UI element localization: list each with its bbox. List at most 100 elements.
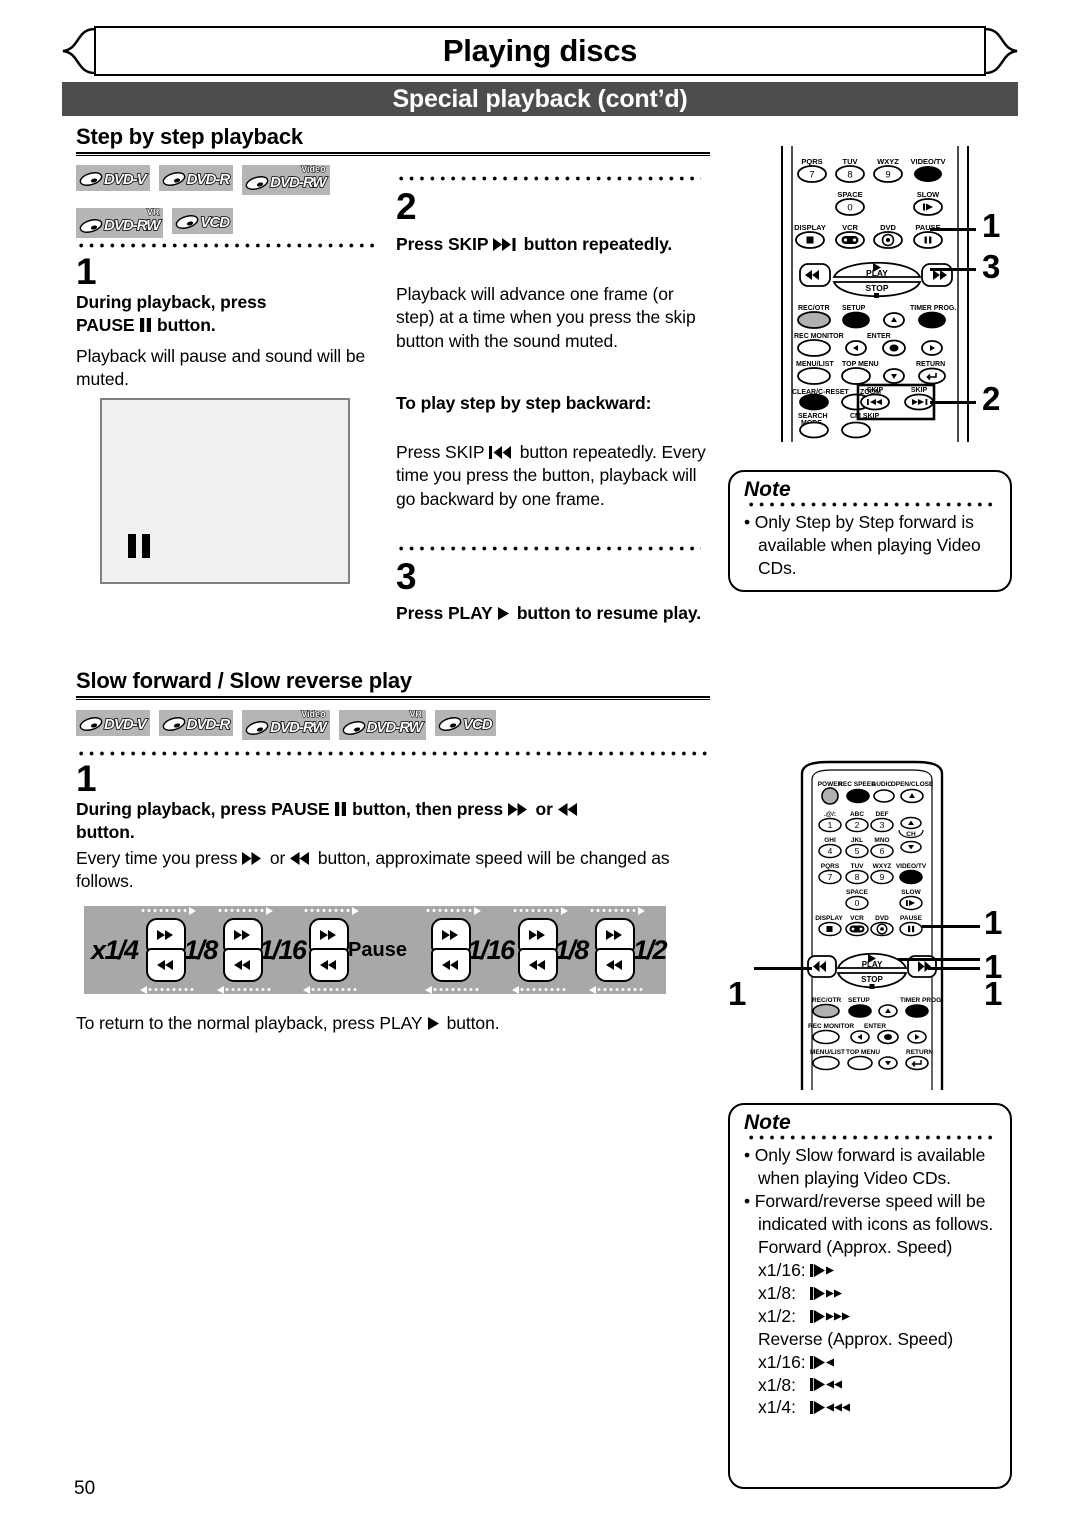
skip-forward-icon xyxy=(492,238,516,251)
svg-text:DVD: DVD xyxy=(875,915,889,922)
svg-text:9: 9 xyxy=(885,170,890,181)
disc-badge-label: DVD-V xyxy=(103,715,147,734)
svg-text:DEF: DEF xyxy=(876,811,889,818)
forward-button-icon xyxy=(145,918,186,952)
svg-text:DISPLAY: DISPLAY xyxy=(794,223,826,232)
svg-text:7: 7 xyxy=(828,872,833,882)
forward-flow-arrow xyxy=(511,906,568,915)
page-number: 50 xyxy=(74,1478,96,1499)
fast-forward-icon xyxy=(605,930,622,940)
section2-heading: Slow forward / Slow reverse play xyxy=(76,668,412,693)
step1-body: Playback will pause and sound will be mu… xyxy=(76,346,366,390)
disc-badge-dvd-rw-vr: DVD-RW VR xyxy=(76,206,164,238)
svg-text:SEARCH: SEARCH xyxy=(798,413,828,420)
disc-badge-dvd-rw-video: DVD-RW Video xyxy=(242,708,330,740)
rewind-icon xyxy=(290,852,310,865)
disc-badge-label: VCD xyxy=(462,715,493,734)
note-title: Note xyxy=(744,478,791,501)
s2-body-b: or xyxy=(269,848,286,868)
svg-text:TIMER PROG.: TIMER PROG. xyxy=(910,305,956,312)
forward-flow-arrow xyxy=(216,906,273,915)
speed-button-pair-5 xyxy=(511,906,568,994)
svg-text:SLOW: SLOW xyxy=(917,190,940,199)
note-item: • Only Step by Step forward is available… xyxy=(744,512,981,579)
svg-text:PAUSE: PAUSE xyxy=(900,915,923,922)
slow-forward-2-icon xyxy=(810,1287,842,1301)
svg-text:REC SPEED: REC SPEED xyxy=(838,781,876,788)
chapter-title: Playing discs xyxy=(442,33,638,68)
callout-1-ff: 1 xyxy=(984,975,1003,1012)
section2-step1-body: Every time you press or button, approxim… xyxy=(76,847,716,894)
reverse-flow-arrow xyxy=(303,985,360,994)
svg-text:0: 0 xyxy=(847,203,852,214)
step3-instruction-pre: Press PLAY xyxy=(396,603,493,623)
disc-icon xyxy=(79,172,103,186)
reverse-button-icon xyxy=(430,948,471,982)
disc-badge-dvd-rw-video: DVD-RW Video xyxy=(242,163,330,195)
svg-text:2: 2 xyxy=(855,820,860,830)
note-item: • Only Slow forward is available when pl… xyxy=(744,1145,986,1189)
svg-text:.@/:: .@/: xyxy=(824,811,836,818)
svg-text:STOP: STOP xyxy=(861,975,883,984)
svg-text:ENTER: ENTER xyxy=(864,1023,886,1030)
step1-instruction: During playback, press PAUSE button. xyxy=(76,291,376,338)
rewind-icon xyxy=(441,960,458,970)
s2-instr-a: During playback, press PAUSE xyxy=(76,799,330,819)
reverse-flow-arrow xyxy=(139,985,196,994)
play-icon xyxy=(498,607,510,620)
svg-text:SKIP: SKIP xyxy=(867,387,884,394)
callout-1-top: 1 xyxy=(982,207,1001,244)
svg-text:SETUP: SETUP xyxy=(848,997,870,1004)
svg-text:7: 7 xyxy=(809,170,814,181)
reverse-flow-arrow xyxy=(216,985,273,994)
note-title: Note xyxy=(744,1111,791,1134)
fast-forward-icon xyxy=(441,930,458,940)
svg-text:DVD: DVD xyxy=(880,223,896,232)
step2-instruction-post: button repeatedly. xyxy=(523,234,673,254)
header-brace-right xyxy=(984,28,1018,74)
svg-text:AUDIO: AUDIO xyxy=(872,781,893,788)
callout-leader-1a xyxy=(922,925,980,928)
chapter-title-box: Playing discs xyxy=(94,26,986,76)
slow-reverse-1-icon xyxy=(810,1355,834,1369)
slow-forward-1-icon xyxy=(810,1264,834,1278)
slow-forward-3-icon xyxy=(810,1309,850,1323)
svg-text:MNO: MNO xyxy=(874,837,889,844)
disc-badge-sup: VR xyxy=(409,708,423,719)
disc-icon xyxy=(438,717,462,731)
disc-badge-label: DVD-RW xyxy=(103,216,161,235)
callout-leader-1d xyxy=(754,967,812,970)
svg-text:OPEN/CLOSE: OPEN/CLOSE xyxy=(891,781,934,788)
disc-badge-label: DVD-R xyxy=(186,715,231,734)
svg-text:1: 1 xyxy=(828,820,833,830)
s2-instr-d: button. xyxy=(76,822,135,843)
step1-instruction-line1: During playback, press xyxy=(76,292,267,312)
step3-instruction: Press PLAY button to resume play. xyxy=(396,602,706,625)
section2-rule xyxy=(76,696,710,700)
forward-flow-arrow xyxy=(303,906,360,915)
reverse-flow-arrow xyxy=(424,985,481,994)
reverse-flow-arrow xyxy=(511,985,568,994)
note-item-text: Forward/reverse speed will be indicated … xyxy=(754,1191,994,1235)
speed-button-pair-1 xyxy=(139,906,196,994)
section1-badge-row-2: DVD-RW VR VCD xyxy=(76,206,234,238)
svg-text:REC/OTR: REC/OTR xyxy=(798,305,830,312)
disc-badge-dvd-rw-vr: DVD-RW VR xyxy=(338,708,426,740)
svg-text:3: 3 xyxy=(880,820,885,830)
svg-text:RETURN: RETURN xyxy=(916,361,945,368)
callout-leader-1 xyxy=(930,228,976,231)
reverse-button-icon xyxy=(222,948,263,982)
header-brace-left xyxy=(62,28,96,74)
section2-dot-separator xyxy=(76,751,710,756)
speed-row-label: x1/4: xyxy=(758,1397,796,1418)
reverse-speed-row-3: x1/4: xyxy=(744,1396,998,1419)
pause-icon xyxy=(335,802,347,816)
disc-badge-dvd-r: DVD-R xyxy=(158,165,234,191)
svg-text:TOP MENU: TOP MENU xyxy=(846,1049,880,1056)
disc-badge-vcd: VCD xyxy=(434,710,496,736)
svg-text:ABC: ABC xyxy=(850,811,864,818)
svg-text:TUV: TUV xyxy=(843,157,858,166)
svg-text:ENTER: ENTER xyxy=(867,333,891,340)
section-band: Special playback (cont’d) xyxy=(62,82,1018,116)
forward-button-icon xyxy=(430,918,471,952)
